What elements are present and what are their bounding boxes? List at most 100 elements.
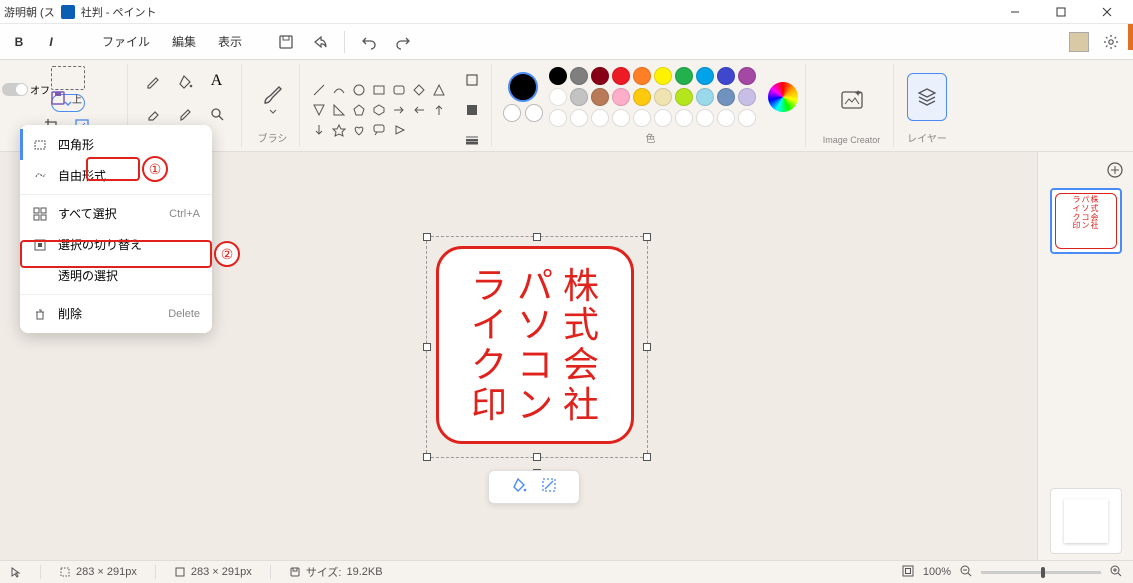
status-selection-size: 283 × 291px [59, 566, 137, 578]
maximize-button[interactable] [1039, 0, 1083, 24]
window-title: 社判 - ペイント [81, 4, 157, 20]
add-layer-button[interactable] [1103, 158, 1127, 182]
ctx-select-all-shortcut: Ctrl+A [169, 208, 200, 220]
undo-icon[interactable] [355, 28, 383, 56]
picker-icon[interactable] [171, 100, 199, 128]
color-swatch[interactable] [654, 109, 672, 127]
color-swatch[interactable] [612, 67, 630, 85]
float-remove-bg-icon[interactable] [540, 476, 558, 499]
minimize-button[interactable] [993, 0, 1037, 24]
color-swatch[interactable] [696, 109, 714, 127]
color-3[interactable] [525, 104, 543, 122]
color-swatch[interactable] [570, 88, 588, 106]
zoom-value: 100% [923, 566, 951, 578]
color-swatch[interactable] [738, 88, 756, 106]
bold-button[interactable]: B [8, 31, 30, 53]
brush-icon[interactable] [253, 73, 293, 121]
ribbon-label-brush: ブラシ [258, 130, 288, 145]
close-button[interactable] [1085, 0, 1129, 24]
eraser-icon[interactable] [139, 100, 167, 128]
layer-thumbnail-1[interactable]: 株式会社 パソコン ライク印 [1050, 188, 1122, 254]
layer-thumbnail-bg[interactable] [1050, 488, 1122, 554]
color-swatch[interactable] [738, 67, 756, 85]
menu-file[interactable]: ファイル [94, 29, 158, 54]
share-icon[interactable] [306, 28, 334, 56]
selection-context-menu: 四角形 自由形式 すべて選択 Ctrl+A 選択の切り替え 透明の選択 削除 D… [20, 125, 212, 333]
ctx-invert-selection[interactable]: 選択の切り替え [20, 229, 212, 260]
color-swatch[interactable] [696, 67, 714, 85]
shapes-gallery[interactable] [310, 81, 448, 139]
ctx-transparent-label: 透明の選択 [58, 267, 118, 284]
doc-prefix: 游明朝 (ス [4, 4, 55, 20]
color-swatch[interactable] [696, 88, 714, 106]
zoom-out-icon[interactable] [959, 564, 973, 581]
fill-icon[interactable] [171, 67, 199, 95]
color-swatch[interactable] [675, 109, 693, 127]
outline-icon[interactable] [458, 66, 486, 94]
color-1[interactable] [508, 72, 538, 102]
color-swatch[interactable] [654, 88, 672, 106]
ctx-freeform-label: 自由形式 [58, 167, 106, 184]
color-swatch[interactable] [633, 88, 651, 106]
pencil-icon[interactable] [139, 67, 167, 95]
redo-icon[interactable] [389, 28, 417, 56]
color-swatch[interactable] [612, 88, 630, 106]
color-swatch[interactable] [591, 67, 609, 85]
color-swatch[interactable] [612, 109, 630, 127]
color-swatch[interactable] [717, 67, 735, 85]
color-swatch[interactable] [675, 88, 693, 106]
color-swatch[interactable] [654, 67, 672, 85]
color-swatch[interactable] [717, 109, 735, 127]
color-swatch[interactable] [591, 88, 609, 106]
stamp-selection[interactable]: 株式会社 パソコン ライク印 [432, 242, 642, 452]
color-picker-wheel[interactable] [768, 82, 798, 112]
ctx-select-all-label: すべて選択 [58, 205, 117, 222]
ribbon-label-layers: レイヤー [907, 130, 947, 145]
color-swatch[interactable] [738, 109, 756, 127]
float-fill-icon[interactable] [510, 476, 528, 499]
ctx-delete[interactable]: 削除 Delete [20, 298, 212, 329]
ctx-freeform[interactable]: 自由形式 [20, 160, 212, 191]
toggle-off[interactable]: オフ [2, 82, 50, 97]
color-swatch[interactable] [717, 88, 735, 106]
settings-icon[interactable] [1097, 28, 1125, 56]
magnifier-icon[interactable] [203, 100, 231, 128]
color-swatch[interactable] [549, 67, 567, 85]
accent-color-swatch[interactable] [1069, 32, 1089, 52]
color-swatch[interactable] [633, 109, 651, 127]
color-grid[interactable] [549, 67, 756, 127]
ctx-select-all[interactable]: すべて選択 Ctrl+A [20, 198, 212, 229]
selection-rect-tool[interactable] [51, 66, 85, 90]
color-swatch[interactable] [570, 67, 588, 85]
color-2[interactable] [503, 104, 521, 122]
ctx-transparent-selection[interactable]: 透明の選択 [20, 260, 212, 291]
text-icon[interactable]: A [203, 67, 231, 95]
zoom-slider[interactable] [981, 571, 1101, 574]
color-swatch[interactable] [549, 88, 567, 106]
callout-1: ① [142, 156, 168, 182]
ribbon-label-image-creator: Image Creator [823, 135, 881, 145]
ctx-rectangle[interactable]: 四角形 [20, 129, 212, 160]
color-swatch[interactable] [570, 109, 588, 127]
stroke-width-icon[interactable] [458, 126, 486, 154]
ctx-delete-label: 削除 [58, 305, 82, 322]
zoom-in-icon[interactable] [1109, 564, 1123, 581]
layers-panel: 株式会社 パソコン ライク印 [1037, 152, 1133, 560]
color-swatch[interactable] [549, 109, 567, 127]
color-swatch[interactable] [591, 109, 609, 127]
menu-view[interactable]: 表示 [210, 29, 250, 54]
ctx-delete-shortcut: Delete [168, 308, 200, 320]
layers-button[interactable] [907, 73, 947, 121]
fill-shape-icon[interactable] [458, 96, 486, 124]
callout-2: ② [214, 241, 240, 267]
menu-edit[interactable]: 編集 [164, 29, 204, 54]
floating-toolbar [488, 470, 580, 504]
image-creator-button[interactable] [832, 76, 872, 124]
save-icon[interactable] [272, 28, 300, 56]
italic-button[interactable]: I [40, 31, 62, 53]
color-swatch[interactable] [633, 67, 651, 85]
fit-screen-icon[interactable] [901, 564, 915, 581]
color-swatch[interactable] [675, 67, 693, 85]
right-edge-marker [1128, 24, 1133, 50]
ribbon-label-color: 色 [646, 130, 656, 145]
